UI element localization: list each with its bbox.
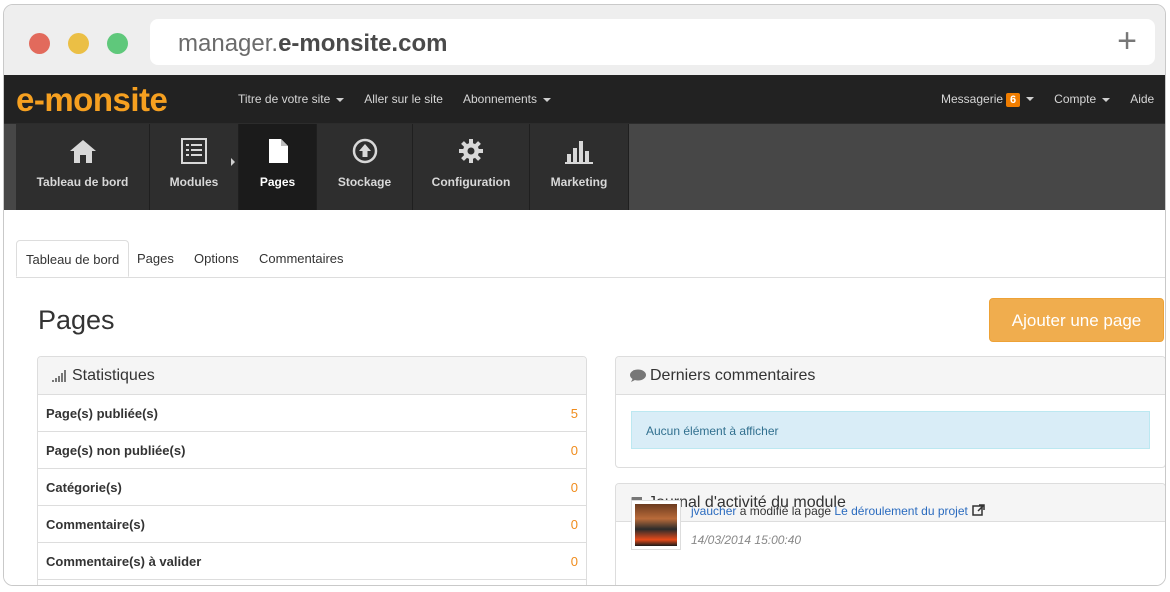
stat-row: Catégorie(s) 0 — [38, 469, 586, 506]
stat-row: Page(s) non publiée(s) 0 — [38, 432, 586, 469]
stat-row: Page(s) publiée(s) 5 — [38, 395, 586, 432]
activity-date: 14/03/2014 15:00:40 — [691, 533, 802, 547]
module-label: Pages — [259, 175, 296, 189]
caret-down-icon — [336, 97, 345, 102]
module-label: Configuration — [431, 175, 511, 189]
stat-value[interactable]: 0 — [571, 517, 578, 532]
caret-down-icon — [1102, 97, 1111, 102]
tab-comments[interactable]: Commentaires — [250, 240, 353, 277]
stat-label: Catégorie(s) — [46, 480, 122, 495]
close-window-button[interactable] — [29, 33, 50, 54]
stat-value[interactable]: 0 — [571, 480, 578, 495]
tab-pages[interactable]: Pages — [128, 240, 183, 277]
messagerie-menu[interactable]: Messagerie 6 — [941, 91, 1035, 107]
gear-icon — [459, 139, 483, 163]
address-bar[interactable]: manager.e-monsite.com + — [150, 19, 1155, 65]
stat-row: Commentaire(s) à valider 0 — [38, 543, 586, 580]
message-count-badge: 6 — [1006, 92, 1021, 107]
site-title-label: Titre de votre site — [238, 92, 331, 106]
signal-icon — [52, 369, 66, 382]
module-marketing[interactable]: Marketing — [530, 124, 629, 211]
page-title: Pages — [38, 305, 115, 335]
logo[interactable]: e-monsite — [16, 81, 168, 119]
top-nav-left: Titre de votre site Aller sur le site Ab… — [238, 75, 571, 123]
file-icon — [268, 139, 288, 163]
list-icon — [181, 138, 207, 164]
stat-value[interactable]: 0 — [571, 554, 578, 569]
account-menu[interactable]: Compte — [1054, 92, 1111, 106]
empty-state-message: Aucun élément à afficher — [631, 411, 1150, 449]
comment-icon — [630, 369, 646, 382]
stats-title: Statistiques — [72, 367, 155, 384]
stat-label: Page(s) publiée(s) — [46, 406, 158, 421]
help-link[interactable]: Aide — [1130, 92, 1154, 106]
activity-text: jvaucher a modifié la page Le déroulemen… — [691, 504, 986, 518]
comments-panel-header: Derniers commentaires — [616, 357, 1165, 395]
top-nav-right: Messagerie 6 Compte Aide — [941, 75, 1165, 123]
bar-chart-icon — [565, 141, 593, 164]
main-content: Tableau de bord Pages Options Commentair… — [4, 210, 1165, 585]
comments-title: Derniers commentaires — [650, 367, 816, 384]
new-tab-icon[interactable]: + — [1117, 23, 1137, 59]
external-link-icon[interactable] — [972, 504, 986, 516]
page-link[interactable]: Le déroulement du projet — [834, 504, 967, 518]
messagerie-label: Messagerie — [941, 91, 1004, 106]
url-domain: e-monsite.com — [278, 30, 448, 57]
activity-action: a modifié la page — [736, 504, 835, 518]
activity-item: jvaucher a modifié la page Le déroulemen… — [631, 500, 1165, 560]
stat-value[interactable]: 5 — [571, 406, 578, 421]
user-link[interactable]: jvaucher — [691, 504, 736, 518]
module-dashboard[interactable]: Tableau de bord — [16, 124, 150, 211]
stat-value[interactable]: 0 — [571, 443, 578, 458]
stat-row: Commentaire(s) 0 — [38, 506, 586, 543]
account-label: Compte — [1054, 92, 1097, 106]
comments-panel: Derniers commentaires Aucun élément à af… — [615, 356, 1165, 468]
chevron-right-icon — [231, 158, 235, 166]
module-label: Tableau de bord — [36, 175, 129, 189]
module-pages[interactable]: Pages — [239, 124, 317, 211]
home-icon — [69, 140, 96, 163]
avatar — [631, 500, 681, 550]
module-configuration[interactable]: Configuration — [413, 124, 530, 211]
stats-panel-header: Statistiques — [38, 357, 586, 395]
upload-icon — [352, 138, 377, 164]
module-label: Marketing — [550, 175, 608, 189]
tab-dashboard[interactable]: Tableau de bord — [16, 240, 130, 277]
url-text: manager.e-monsite.com — [178, 30, 447, 58]
maximize-window-button[interactable] — [107, 33, 128, 54]
subscriptions-label: Abonnements — [462, 92, 538, 106]
url-prefix: manager. — [178, 30, 279, 57]
module-bar: Tableau de bord Modules Pages Stockage C… — [4, 123, 1165, 211]
subscriptions-menu[interactable]: Abonnements — [462, 92, 552, 106]
module-storage[interactable]: Stockage — [317, 124, 413, 211]
minimize-window-button[interactable] — [68, 33, 89, 54]
activity-panel: Journal d'activité du module jvaucher a … — [615, 483, 1165, 585]
module-label: Modules — [169, 175, 219, 189]
module-modules[interactable]: Modules — [150, 124, 239, 211]
top-navbar: e-monsite Titre de votre site Aller sur … — [4, 75, 1165, 123]
add-page-button[interactable]: Ajouter une page — [989, 298, 1164, 342]
browser-chrome: manager.e-monsite.com + — [4, 5, 1165, 75]
stats-panel: Statistiques Page(s) publiée(s) 5 Page(s)… — [37, 356, 587, 585]
caret-down-icon — [543, 97, 552, 102]
tab-options[interactable]: Options — [185, 240, 248, 277]
site-title-menu[interactable]: Titre de votre site — [238, 92, 345, 106]
tab-bar: Tableau de bord Pages Options Commentair… — [16, 240, 1165, 278]
stat-label: Commentaire(s) à valider — [46, 554, 202, 569]
module-label: Stockage — [337, 175, 392, 189]
caret-down-icon — [1026, 97, 1035, 102]
stat-label: Page(s) non publiée(s) — [46, 443, 186, 458]
go-to-site-link[interactable]: Aller sur le site — [364, 92, 443, 106]
browser-window: manager.e-monsite.com + e-monsite Titre … — [3, 4, 1166, 586]
stat-label: Commentaire(s) — [46, 517, 145, 532]
